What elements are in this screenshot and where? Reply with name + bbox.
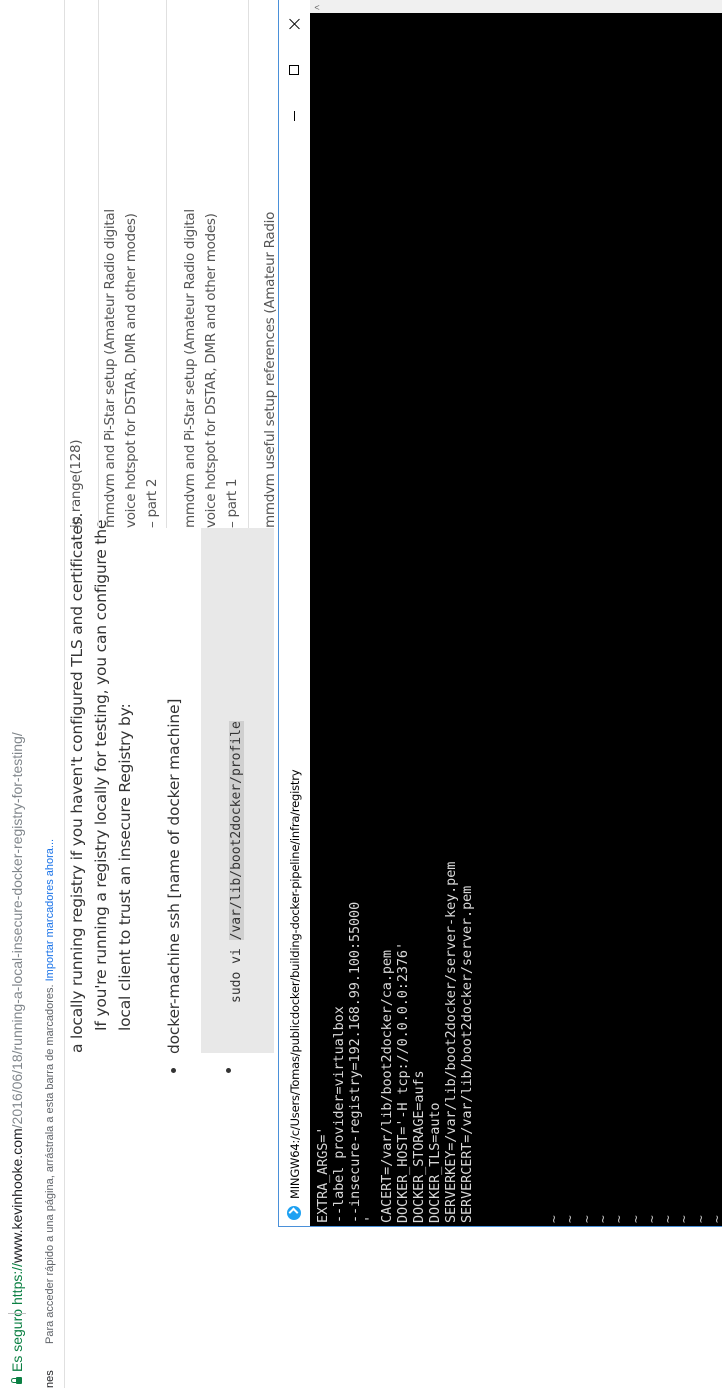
code-command: sudo vi /var/lib/boot2docker/profile [229,721,244,1003]
divider [98,0,99,528]
rotated-screen: Es seguro https://www.kevinhooke.com/201… [0,0,722,1388]
lock-icon [16,1377,22,1384]
minimize-button[interactable] [279,93,310,139]
terminal-line: ' [363,1214,379,1223]
terminal-window[interactable]: MINGW64:/c/Users/Tomas/publicdocker/buil… [278,0,722,1227]
address-bar[interactable]: Es seguro https://www.kevinhooke.com/201… [0,0,37,1388]
url-scheme: https:// [9,1262,25,1305]
bullet-icon [226,1068,231,1073]
sidebar-item[interactable]: mmdvm and Pi-Star setup (Amateur Radio d… [180,209,243,528]
sidebar-item-line: voice hotspot for DSTAR, DMR and other m… [123,213,139,528]
terminal-line: --insecure-registry=192.168.99.100:55000 [347,901,363,1223]
import-bookmarks-link[interactable]: Importar marcadores ahora... [44,839,56,981]
tilde-marker: ~ [612,1215,628,1223]
tilde-marker: ~ [579,1215,595,1223]
terminal-scrollbar[interactable]: < [310,0,722,13]
tilde-marker: ~ [644,1215,660,1223]
bullet-icon [171,1068,176,1073]
close-button[interactable] [279,1,310,47]
terminal-line: DOCKER_HOST='-H tcp://0.0.0.0:2376' [395,942,411,1223]
tilde-marker: ~ [628,1215,644,1223]
mingw-app-icon[interactable] [287,1206,301,1220]
sidebar-item-line: mmdvm and Pi-Star setup (Amateur Radio d… [102,209,118,528]
code-prefix: sudo vi [229,940,244,1003]
tilde-marker: ~ [710,1213,722,1223]
terminal-line: EXTRA_ARGS=' [315,1126,331,1223]
sidebar-item[interactable]: mmdvm and Pi-Star setup (Amateur Radio d… [100,209,163,528]
url-text[interactable]: https://www.kevinhooke.com/2016/06/18/ru… [9,732,25,1305]
sidebar-item-line: – part 1 [224,478,240,528]
terminal-line: CACERT=/var/lib/boot2docker/ca.pem [379,950,395,1223]
tilde-marker: ~ [661,1215,677,1223]
terminal-title: MINGW64:/c/Users/Tomas/publicdocker/buil… [288,769,302,1199]
bookmarks-hint-text: Para acceder rápido a una página, arrást… [44,984,56,1344]
sidebar-item[interactable]: in range(128) [66,440,87,528]
bookmarks-bar: nes Para acceder rápido a una página, ar… [36,0,65,1388]
divider [248,0,249,528]
code-path: /var/lib/boot2docker/profile [229,721,244,941]
terminal-body[interactable]: EXTRA_ARGS=' --label provider=virtualbox… [310,13,722,1226]
sidebar-item-line: – part 2 [144,478,160,528]
divider [166,0,167,528]
bookmarks-hint: Para acceder rápido a una página, arrást… [44,839,56,1344]
address-separator [8,1313,26,1314]
terminal-line: --label provider=virtualbox [331,1006,347,1223]
terminal-line: SERVERCERT=/var/lib/boot2docker/server.p… [459,885,475,1223]
scroll-arrow-icon[interactable]: < [314,2,319,12]
tilde-marker: ~ [693,1215,709,1223]
terminal-line: DOCKER_TLS=auto [427,1102,443,1223]
sidebar-item-line: in range(128) [68,439,84,528]
tilde-marker: ~ [595,1215,611,1223]
tilde-marker: ~ [563,1215,579,1223]
tilde-marker: ~ [677,1215,693,1223]
sidebar-recent-posts: in range(128) mmdvm and Pi-Star setup (A… [64,0,284,528]
url-host: www.kevinhooke.com [9,1128,25,1263]
list-item-text: docker-machine ssh [name of docker machi… [165,698,183,1054]
terminal-titlebar[interactable]: MINGW64:/c/Users/Tomas/publicdocker/buil… [279,0,310,1226]
secure-label: Es seguro [9,1308,25,1372]
url-path: /2016/06/18/running-a-local-insecure-doc… [9,732,25,1129]
tilde-marker: ~ [547,1215,562,1223]
sidebar-item-line: mmdvm and Pi-Star setup (Amateur Radio d… [182,209,198,528]
sidebar-item-line: voice hotspot for DSTAR, DMR and other m… [203,213,219,528]
terminal-line: DOCKER_STORAGE=aufs [411,1070,427,1223]
maximize-button[interactable] [279,47,310,93]
security-indicator[interactable]: Es seguro [9,1309,25,1384]
list-item: docker-machine ssh [name of docker machi… [165,699,183,1073]
terminal-line: SERVERKEY=/var/lib/boot2docker/server-ke… [443,861,459,1223]
bookmarks-left-clip: nes [44,1370,56,1388]
terminal-output: EXTRA_ARGS=' --label provider=virtualbox… [315,862,475,1223]
